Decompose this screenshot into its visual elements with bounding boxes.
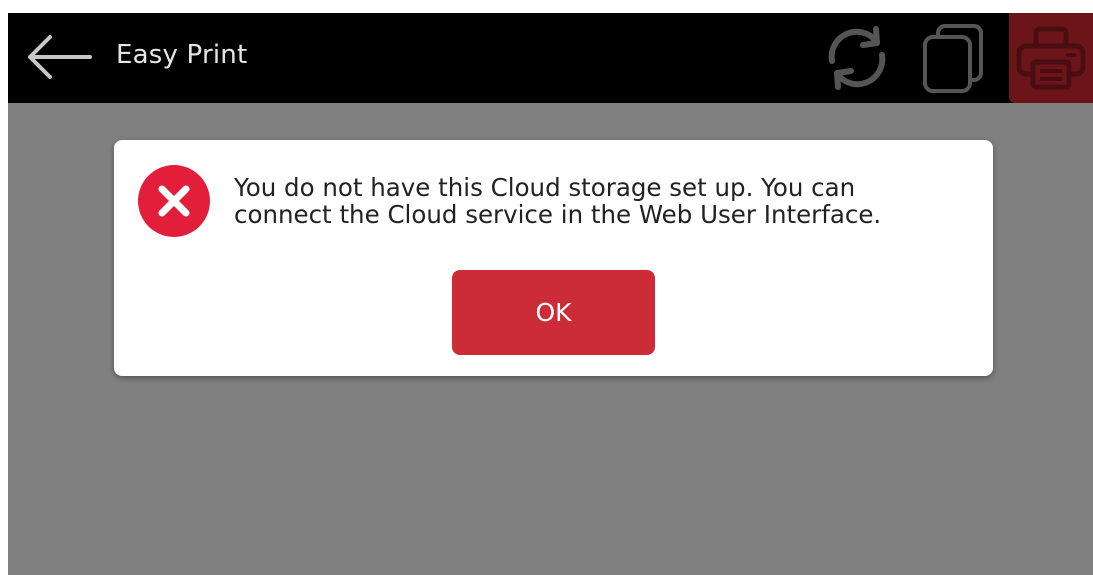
printer-icon bbox=[1016, 26, 1086, 90]
dialog-message-line: connect the Cloud service in the Web Use… bbox=[234, 200, 882, 229]
top-bar: Easy Print bbox=[8, 13, 1093, 103]
refresh-icon bbox=[828, 26, 886, 90]
refresh-button[interactable] bbox=[820, 21, 894, 95]
arrow-left-icon bbox=[28, 35, 92, 79]
error-dialog: You do not have this Cloud storage set u… bbox=[114, 140, 993, 376]
ok-button[interactable]: OK bbox=[452, 270, 655, 355]
dialog-message: You do not have this Cloud storage set u… bbox=[234, 174, 954, 228]
copy-icon bbox=[923, 24, 983, 93]
error-x-icon bbox=[138, 165, 210, 237]
page-title: Easy Print bbox=[116, 40, 248, 70]
back-button[interactable] bbox=[18, 27, 98, 87]
app-screen: Easy Print You do not have this Cloud st… bbox=[8, 13, 1093, 575]
dialog-message-line: You do not have this Cloud storage set u… bbox=[234, 173, 856, 202]
copy-button[interactable] bbox=[916, 21, 990, 95]
print-button[interactable] bbox=[1009, 13, 1093, 103]
